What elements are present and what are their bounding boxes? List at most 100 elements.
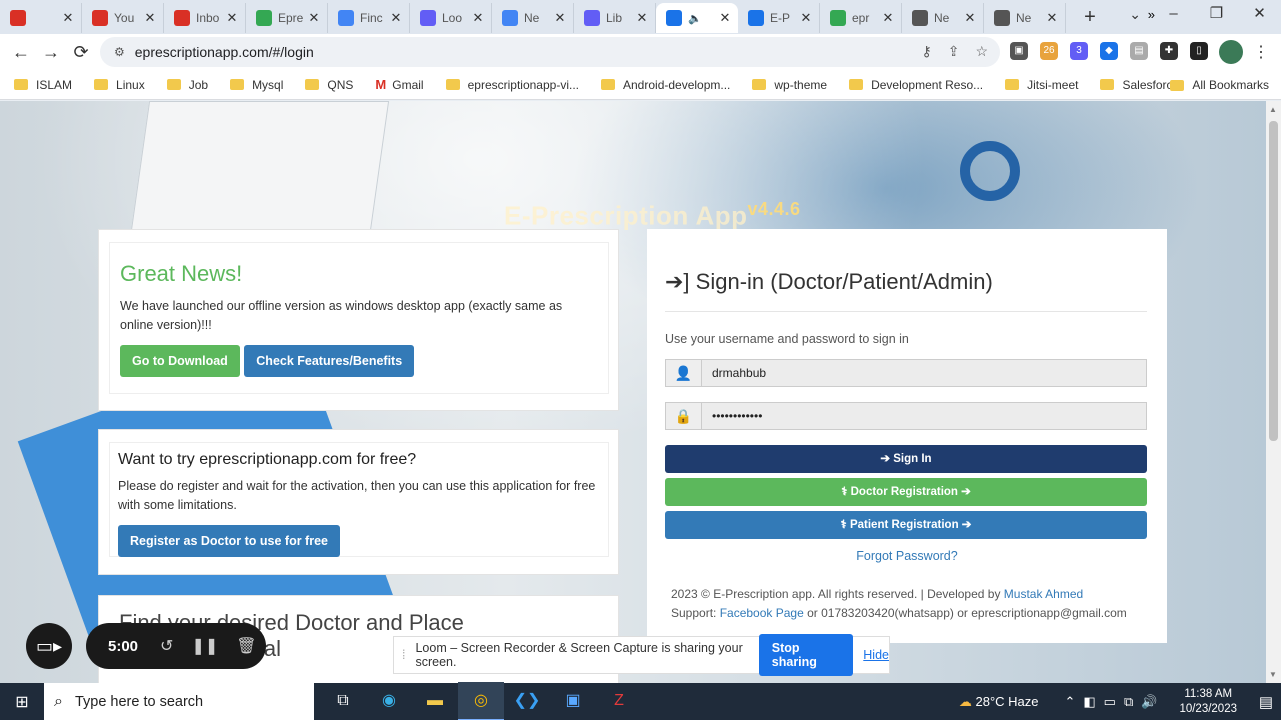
browser-tab[interactable]: Inbo ✕ <box>164 3 246 33</box>
bookmark-item[interactable]: wp-theme <box>752 78 827 92</box>
tab-close-icon[interactable]: ✕ <box>1045 10 1059 26</box>
username-field[interactable]: 👤 drmahbub <box>665 359 1147 387</box>
tab-close-icon[interactable]: ✕ <box>963 10 977 26</box>
browser-tab[interactable]: 🔈 ✕ <box>656 3 738 33</box>
bookmarks-overflow-icon[interactable]: » <box>1148 7 1155 22</box>
edge-icon[interactable]: ◉ <box>366 682 412 720</box>
epa-app-icon[interactable]: ▣ <box>550 682 596 720</box>
share-icon[interactable]: ⇪ <box>948 43 960 60</box>
username-input[interactable]: drmahbub <box>702 360 1146 386</box>
tab-close-icon[interactable]: ✕ <box>143 10 157 26</box>
filezilla-icon[interactable]: Z <box>596 682 642 720</box>
minimize-icon[interactable]: – <box>1152 0 1195 30</box>
browser-tab[interactable]: Ne ✕ <box>492 3 574 33</box>
reload-icon[interactable]: ⟳ <box>66 42 96 63</box>
site-info-icon[interactable]: ⚙ <box>114 45 125 59</box>
bookmark-star-icon[interactable]: ☆ <box>975 43 988 60</box>
register-doctor-button[interactable]: Register as Doctor to use for free <box>118 525 340 557</box>
tab-close-icon[interactable]: ✕ <box>471 10 485 26</box>
tab-close-icon[interactable]: ✕ <box>389 10 403 26</box>
bookmark-item[interactable]: Android-developm... <box>601 78 730 92</box>
weather-widget[interactable]: ☁ 28°C Haze <box>959 694 1039 710</box>
extension-icon[interactable]: ◆ <box>1100 42 1118 60</box>
extensions-puzzle-icon[interactable]: ✚ <box>1160 42 1178 60</box>
task-view-icon[interactable]: ⧉ <box>320 682 366 720</box>
tab-close-icon[interactable]: ✕ <box>799 10 813 26</box>
tab-close-icon[interactable]: ✕ <box>718 10 732 26</box>
bookmark-item[interactable]: Development Reso... <box>849 78 983 92</box>
bookmark-item[interactable]: Mysql <box>230 78 283 92</box>
profile-avatar[interactable] <box>1219 40 1243 64</box>
browser-tab[interactable]: Ne ✕ <box>984 3 1066 33</box>
browser-tab[interactable]: Ne ✕ <box>902 3 984 33</box>
bookmark-item[interactable]: ISLAM <box>14 78 72 92</box>
browser-tab[interactable]: Epre ✕ <box>246 3 328 33</box>
page-scrollbar[interactable]: ▲ ▼ <box>1266 101 1281 683</box>
password-input[interactable]: •••••••••••• <box>702 403 1146 429</box>
tab-search-icon[interactable]: ⌄ <box>1129 6 1141 23</box>
notifications-icon[interactable]: ▤ <box>1251 693 1281 711</box>
tray-icons[interactable]: ⌃◧▭⧉🔊 <box>1065 694 1166 710</box>
browser-tab[interactable]: epr ✕ <box>820 3 902 33</box>
sign-in-button[interactable]: ➔ Sign In <box>665 445 1147 473</box>
browser-tab[interactable]: You ✕ <box>82 3 164 33</box>
hide-link[interactable]: Hide <box>863 648 889 662</box>
extension-badge-icon[interactable]: 26 <box>1040 42 1058 60</box>
browser-menu-icon[interactable]: ⋮ <box>1253 42 1269 62</box>
browser-tab[interactable]: E-P ✕ <box>738 3 820 33</box>
extension-icon[interactable]: ▤ <box>1130 42 1148 60</box>
bookmark-item[interactable]: Linux <box>94 78 145 92</box>
password-key-icon[interactable]: ⚷ <box>921 43 931 60</box>
drag-handle-icon[interactable]: ⁞ <box>402 648 405 662</box>
extension-icon[interactable]: ▣ <box>1010 42 1028 60</box>
tab-close-icon[interactable]: ✕ <box>61 10 75 26</box>
loom-camera-button[interactable]: ▭▸ <box>26 623 72 669</box>
go-to-download-button[interactable]: Go to Download <box>120 345 240 377</box>
facebook-link[interactable]: Facebook Page <box>720 606 804 620</box>
vscode-icon[interactable]: ❮❯ <box>504 682 550 720</box>
extension-badge-icon[interactable]: 3 <box>1070 42 1088 60</box>
author-link[interactable]: Mustak Ahmed <box>1004 587 1083 601</box>
chrome-icon[interactable]: ◎ <box>458 681 504 720</box>
bookmark-item[interactable]: QNS <box>305 78 353 92</box>
bookmark-item[interactable]: Salesforce <box>1100 78 1179 92</box>
trash-icon[interactable]: 🗑 <box>236 636 256 656</box>
check-features-button[interactable]: Check Features/Benefits <box>244 345 415 377</box>
doctor-registration-button[interactable]: ⚕ Doctor Registration ➔ <box>665 478 1147 506</box>
back-icon[interactable]: ← <box>6 42 36 63</box>
browser-tab[interactable]: Finc ✕ <box>328 3 410 33</box>
tab-audio-icon[interactable]: 🔈 <box>688 12 702 25</box>
bookmark-item[interactable]: eprescriptionapp-vi... <box>445 78 579 92</box>
tab-close-icon[interactable]: ✕ <box>635 10 649 26</box>
clock[interactable]: 11:38 AM 10/23/2023 <box>1179 687 1237 717</box>
tab-close-icon[interactable]: ✕ <box>225 10 239 26</box>
scroll-down-icon[interactable]: ▼ <box>1269 670 1277 679</box>
scroll-up-icon[interactable]: ▲ <box>1269 105 1277 114</box>
windows-start-icon[interactable]: ⊞ <box>0 692 44 712</box>
browser-tab[interactable]: Loo ✕ <box>410 3 492 33</box>
taskbar-search[interactable]: ⌕ Type here to search <box>44 683 314 720</box>
forward-icon[interactable]: → <box>36 42 66 63</box>
all-bookmarks[interactable]: All Bookmarks <box>1170 78 1269 92</box>
address-bar[interactable]: ⚙ eprescriptionapp.com/#/login ⚷ ⇪ ☆ <box>100 37 1000 67</box>
bookmark-item[interactable]: M Gmail <box>375 77 423 92</box>
pause-icon[interactable]: ❚❚ <box>191 636 218 656</box>
browser-tab[interactable]: ✕ <box>0 3 82 33</box>
scrollbar-thumb[interactable] <box>1269 121 1278 441</box>
patient-registration-button[interactable]: ⚕ Patient Registration ➔ <box>665 511 1147 539</box>
bookmark-item[interactable]: Job <box>166 78 208 92</box>
side-panel-icon[interactable]: ▯ <box>1190 42 1208 60</box>
tab-close-icon[interactable]: ✕ <box>881 10 895 26</box>
stop-sharing-button[interactable]: Stop sharing <box>758 634 854 676</box>
restart-icon[interactable]: ↺ <box>160 636 173 656</box>
password-field[interactable]: 🔒 •••••••••••• <box>665 402 1147 430</box>
tab-close-icon[interactable]: ✕ <box>307 10 321 26</box>
restore-icon[interactable]: ❐ <box>1195 0 1238 30</box>
file-explorer-icon[interactable]: ▬ <box>412 682 458 720</box>
bookmark-item[interactable]: Jitsi-meet <box>1005 78 1078 92</box>
close-window-icon[interactable]: ✕ <box>1238 0 1281 30</box>
new-tab-button[interactable]: + <box>1076 6 1104 29</box>
forgot-password-link[interactable]: Forgot Password? <box>647 549 1167 563</box>
tab-close-icon[interactable]: ✕ <box>553 10 567 26</box>
browser-tab[interactable]: Lib ✕ <box>574 3 656 33</box>
